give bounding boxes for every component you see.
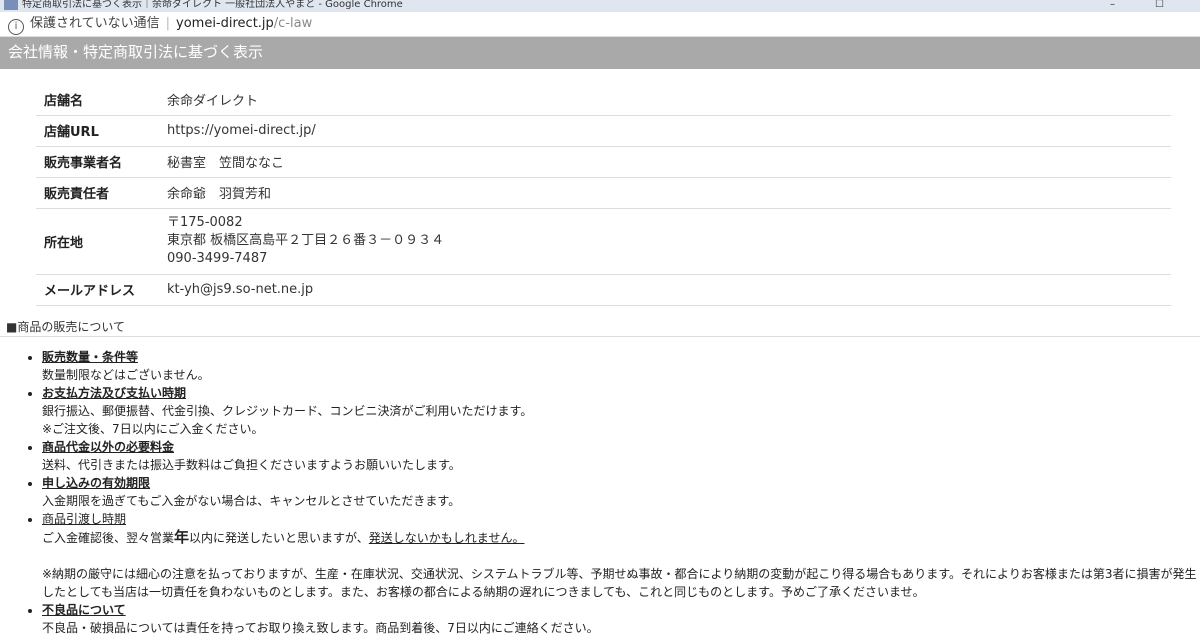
list-item: 商品代金以外の必要料金 送料、代引きまたは振込手数料はご負担くださいますようお願… [42,438,1200,474]
item-text: 入金期限を過ぎてもご入金がない場合は、キャンセルとさせていただきます。 [42,494,461,508]
maximize-button[interactable]: ☐ [1155,0,1164,10]
table-row: 販売事業者名 秘書室 笠間ななこ [36,146,1171,178]
row-key: 所在地 [36,208,159,275]
address-bar[interactable]: i 保護されていない通信 | yomei-direct.jp/c-law [0,12,1200,37]
url-path[interactable]: /c-law [274,16,312,31]
sales-terms-list: 販売数量・条件等 数量制限などはございません。 お支払方法及び支払い時期 銀行振… [20,348,1200,637]
phone-number: 090-3499-7487 [167,251,268,266]
delivery-text-d: 発送しないかもしれません。 [368,531,525,545]
item-title: 商品代金以外の必要料金 [42,440,175,454]
row-key: 販売事業者名 [36,146,159,178]
row-key: 店舗名 [36,84,159,116]
table-row: 販売責任者 余命爺 羽賀芳和 [36,177,1171,209]
item-title: 不良品について [42,603,126,617]
item-text: 送料、代引きまたは振込手数料はご負担くださいますようお願いいたします。 [42,458,461,472]
row-value: 余命ダイレクト [159,84,1171,116]
item-text: ご入金確認後、翌々営業年以内に発送したいと思いますが、発送しないかもしれません。 [42,528,1200,547]
url-domain[interactable]: yomei-direct.jp [176,16,274,31]
page-title: 会社情報・特定商取引法に基づく表示 [0,37,1200,69]
delivery-text-c: 以内に発送したいと思いますが、 [189,531,369,545]
list-item: 販売数量・条件等 数量制限などはございません。 [42,348,1200,384]
shop-url-link[interactable]: https://yomei-direct.jp/ [159,115,1171,147]
item-title: 申し込みの有効期限 [42,476,151,490]
item-text: 数量制限などはございません。 [42,368,210,382]
row-key: メールアドレス [36,274,159,306]
item-title: 商品引渡し時期 [42,512,127,526]
item-note: したとしても当店は一切責任を負わないものとします。また、お客様の都合による納期の… [42,585,925,599]
item-text: 銀行振込、郵便振替、代金引換、クレジットカード、コンビニ決済がご利用いただけます… [42,404,533,418]
section-divider [0,336,1200,337]
item-text: 不良品・破損品については責任を持ってお取り換え致します。商品到着後、7日以内にご… [42,621,599,635]
row-key: 店舗URL [36,115,159,147]
minimize-button[interactable]: – [1110,0,1115,10]
table-row: メールアドレス kt-yh@js9.so-net.ne.jp [36,274,1171,306]
delivery-text-year: 年 [174,528,190,546]
window-titlebar: 特定商取引法に基づく表示｜余命ダイレクト 一般社団法人やまと - Google … [0,0,1200,12]
item-note: ※納期の厳守には細心の注意を払っておりますが、生産・在庫状況、交通状況、システム… [42,567,1197,581]
info-icon[interactable]: i [8,19,24,35]
email-value: kt-yh@js9.so-net.ne.jp [159,274,1171,306]
row-value: 余命爺 羽賀芳和 [159,177,1171,209]
list-item: 不良品について 不良品・破損品については責任を持ってお取り換え致します。商品到着… [42,601,1200,637]
table-row: 店舗名 余命ダイレクト [36,84,1171,116]
delivery-text-a: ご入金確認後、翌々営業 [42,531,175,545]
site-favicon-icon [4,0,18,10]
address-separator: | [165,16,171,31]
row-key: 販売責任者 [36,177,159,209]
street-address: 東京都 板橋区高島平２丁目２６番３－０９３４ [167,233,445,248]
list-item: 商品引渡し時期 ご入金確認後、翌々営業年以内に発送したいと思いますが、発送しない… [42,510,1200,601]
window-title: 特定商取引法に基づく表示｜余命ダイレクト 一般社団法人やまと - Google … [22,0,403,10]
list-item: お支払方法及び支払い時期 銀行振込、郵便振替、代金引換、クレジットカード、コンビ… [42,384,1200,438]
item-title: 販売数量・条件等 [42,350,139,364]
company-info-table: 店舗名 余命ダイレクト 店舗URL https://yomei-direct.j… [36,84,1171,306]
table-row: 所在地 〒175-0082 東京都 板橋区高島平２丁目２６番３－０９３４ 090… [36,208,1171,275]
row-value: 秘書室 笠間ななこ [159,146,1171,178]
item-title: お支払方法及び支払い時期 [42,386,187,400]
table-row: 店舗URL https://yomei-direct.jp/ [36,115,1171,147]
item-text: ※ご注文後、7日以内にご入金ください。 [42,422,264,436]
list-item: 申し込みの有効期限 入金期限を過ぎてもご入金がない場合は、キャンセルとさせていた… [42,474,1200,510]
address-value: 〒175-0082 東京都 板橋区高島平２丁目２６番３－０９３４ 090-349… [159,208,1171,275]
postal-code: 〒175-0082 [167,215,243,230]
section-title: ■商品の販売について [6,320,125,334]
security-status[interactable]: 保護されていない通信 [30,16,160,31]
